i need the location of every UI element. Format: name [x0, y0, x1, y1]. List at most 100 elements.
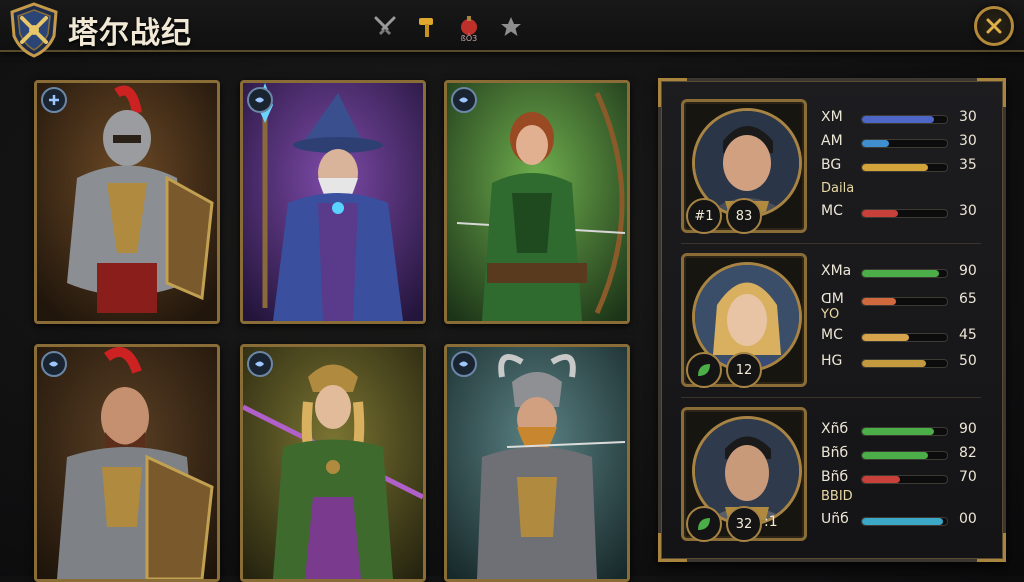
stat-bar — [861, 475, 948, 484]
stat-bar-fill — [862, 210, 898, 217]
hero-card-archer[interactable] — [444, 80, 630, 324]
hero-stat-row: ꓷM 65 — [821, 291, 1001, 313]
tab-favorites[interactable] — [496, 12, 526, 42]
stat-label: HG — [821, 353, 843, 369]
tab-potions[interactable]: ßÔ3 — [454, 12, 484, 43]
hero-portrait-frame: 12 — [681, 253, 807, 388]
hero-stat-row: Xñб 90 — [821, 421, 1001, 443]
stat-label: ꓫM — [821, 109, 843, 125]
fish-icon[interactable] — [451, 351, 477, 377]
hero-stat-row: MC 45 — [821, 327, 1001, 349]
hero-card-dwarf[interactable] — [444, 344, 630, 582]
hero-level-suffix: :1 — [764, 514, 778, 530]
hero-roster-panel: #1 83 ꓫM 30 AM 30 BG 35 Daila MC 30 12 X… — [658, 78, 1006, 562]
hero-stat-row: Bñб 82 — [821, 445, 1001, 467]
stat-bar-fill — [862, 334, 909, 341]
stat-label: XMa — [821, 263, 852, 279]
stat-label: Xñб — [821, 421, 849, 437]
hero-level-badge: 12 — [726, 352, 762, 388]
hero-stat-row: ꓴñб 00 — [821, 511, 1001, 533]
tab-battle[interactable] — [370, 12, 400, 42]
stat-bar-fill — [862, 140, 890, 147]
hero-row[interactable]: 12 XMa 90 ꓷM 65 ꓬO MC 45 HG 50 — [681, 253, 991, 393]
stat-bar — [861, 517, 948, 526]
hero-extra-label: BBID — [821, 489, 853, 504]
stat-label: BG — [821, 157, 842, 173]
leaf-icon — [686, 506, 722, 542]
star-icon — [501, 17, 521, 36]
stat-bar-fill — [862, 476, 901, 483]
stat-bar — [861, 269, 948, 278]
stat-bar-fill — [862, 428, 935, 435]
stat-value: 50 — [959, 353, 977, 369]
warrior-portrait — [37, 347, 217, 579]
top-bar: 塔尔战纪 ßÔ3 — [0, 0, 1024, 58]
valkyrie-portrait — [243, 347, 423, 579]
hero-stat-row: XMa 90 — [821, 263, 1001, 285]
archer-portrait — [447, 83, 627, 321]
hammer-icon — [419, 18, 433, 37]
fish-icon[interactable] — [247, 351, 273, 377]
stat-label: ꓴñб — [821, 511, 849, 527]
stat-bar-fill — [862, 116, 935, 123]
stat-value: 00 — [959, 511, 977, 527]
plus-icon[interactable] — [41, 87, 67, 113]
stat-bar-fill — [862, 164, 929, 171]
stat-bar — [861, 359, 948, 368]
stat-bar — [861, 163, 948, 172]
hero-card-wizard[interactable] — [240, 80, 426, 324]
fish-icon[interactable] — [247, 87, 273, 113]
stat-value: 45 — [959, 327, 977, 343]
hero-stat-row: HG 50 — [821, 353, 1001, 375]
hero-row[interactable]: #1 83 ꓫM 30 AM 30 BG 35 Daila MC 30 — [681, 99, 991, 239]
stat-label: ꓷM — [821, 291, 844, 307]
stat-label: Bñб — [821, 469, 849, 485]
stat-value: 30 — [959, 203, 977, 219]
close-icon — [986, 18, 1002, 34]
stat-bar — [861, 333, 948, 342]
hero-stat-row: MC 30 — [821, 203, 1001, 225]
knight-portrait — [37, 83, 217, 321]
app-title: 塔尔战纪 — [68, 16, 192, 51]
stat-bar — [861, 297, 948, 306]
stat-bar — [861, 427, 948, 436]
stat-bar — [861, 451, 948, 460]
hero-card-valkyrie[interactable] — [240, 344, 426, 582]
wizard-portrait — [243, 83, 423, 321]
hero-row[interactable]: 32 :1 Xñб 90 Bñб 82 Bñб 70 BBID ꓴñб 00 — [681, 407, 991, 547]
tab-forge[interactable] — [412, 12, 442, 42]
hero-level-badge: 32 — [726, 506, 762, 542]
hero-card-warrior[interactable] — [34, 344, 220, 582]
hero-level-badge: 83 — [726, 198, 762, 234]
fish-icon[interactable] — [41, 351, 67, 377]
hero-portrait-frame: #1 83 — [681, 99, 807, 234]
row-divider — [681, 243, 981, 244]
hero-stat-row: AM 30 — [821, 133, 1001, 155]
hero-stat-row: ꓫM 30 — [821, 109, 1001, 131]
shield-emblem-icon — [8, 2, 60, 58]
hero-stat-row: Bñб 70 — [821, 469, 1001, 491]
stat-value: 90 — [959, 421, 977, 437]
tab-bar: ßÔ3 — [370, 12, 526, 43]
stat-bar-fill — [862, 452, 929, 459]
leaf-icon — [686, 352, 722, 388]
stat-bar-fill — [862, 518, 943, 525]
stat-value: 90 — [959, 263, 977, 279]
hero-card-knight[interactable] — [34, 80, 220, 324]
stat-bar-fill — [862, 298, 896, 305]
stat-value: 70 — [959, 469, 977, 485]
stat-bar — [861, 115, 948, 124]
hero-portrait-frame: 32 :1 — [681, 407, 807, 542]
stat-bar-fill — [862, 360, 926, 367]
stat-value: 30 — [959, 109, 977, 125]
stat-label: MC — [821, 203, 843, 219]
potion-caption: ßÔ3 — [460, 34, 478, 43]
stat-bar — [861, 139, 948, 148]
stat-bar-fill — [862, 270, 939, 277]
stat-value: 35 — [959, 157, 977, 173]
stat-value: 82 — [959, 445, 977, 461]
row-divider — [681, 397, 981, 398]
stat-value: 30 — [959, 133, 977, 149]
fish-icon[interactable] — [451, 87, 477, 113]
close-button[interactable] — [974, 6, 1014, 46]
